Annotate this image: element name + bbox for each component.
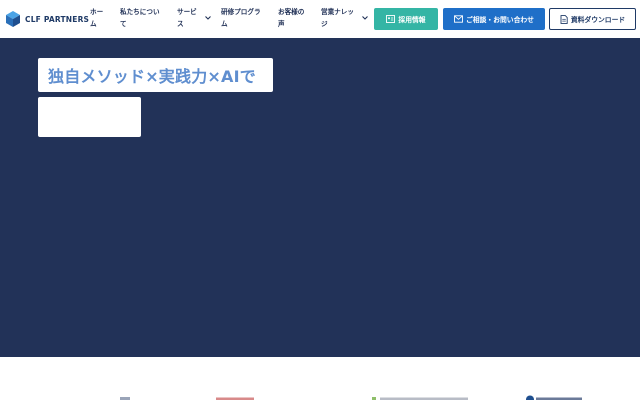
hero-headline: 独自メソッド×実践力×AIで <box>48 67 256 86</box>
contact-button-label: ご相談・お問い合わせ <box>466 16 534 24</box>
nav-item-knowledge[interactable]: 営業ナレッ ジ <box>321 6 368 30</box>
recruit-button[interactable]: 採用情報 <box>374 8 438 30</box>
nav-label: て <box>120 20 127 28</box>
site-header: CLF PARTNERS ホー ム 私たちについ て サービ ス 研修プログラ … <box>0 0 640 38</box>
nav-item-voices[interactable]: お客様の 声 <box>278 6 304 30</box>
nav-label: 声 <box>278 20 285 28</box>
partner-logo <box>372 397 468 400</box>
download-button[interactable]: 資料ダウンロード <box>549 8 636 30</box>
nav-item-home[interactable]: ホー ム <box>90 6 103 30</box>
nav-item-about[interactable]: 私たちについ て <box>120 6 160 30</box>
hero-headline-box: 独自メソッド×実践力×AIで <box>38 58 273 92</box>
contact-button[interactable]: ご相談・お問い合わせ <box>443 8 545 30</box>
nav-label: お客様の <box>278 8 305 16</box>
nav-item-services[interactable]: サービ ス <box>177 6 211 30</box>
nav-label: 私たちについ <box>120 8 160 16</box>
nav-label: ジ <box>321 20 328 28</box>
partner-logo <box>216 397 254 400</box>
nav-label: ス <box>177 20 184 28</box>
document-icon <box>560 14 568 24</box>
recruit-button-label: 採用情報 <box>398 16 426 24</box>
nav-label: ム <box>221 20 228 28</box>
nav-label: ホー <box>90 8 104 16</box>
nav-label: 営業ナレッ <box>321 8 354 16</box>
hero-section: 独自メソッド×実践力×AIで <box>0 38 640 357</box>
hero-headline-box-2 <box>38 97 141 137</box>
nav-item-training[interactable]: 研修プログラ ム <box>221 6 261 30</box>
nav-label: 研修プログラ <box>221 8 261 16</box>
download-button-label: 資料ダウンロード <box>570 16 626 24</box>
partner-logo <box>526 395 582 400</box>
chevron-down-icon <box>362 16 368 20</box>
nav-label: サービ <box>177 8 197 16</box>
partner-logo <box>120 397 130 400</box>
nav-label: ム <box>90 20 97 28</box>
chevron-down-icon <box>205 16 211 20</box>
partner-logos-strip <box>0 357 640 400</box>
logo-text: CLF PARTNERS <box>25 14 90 24</box>
mail-icon <box>454 15 463 23</box>
logo[interactable]: CLF PARTNERS <box>5 10 89 28</box>
id-card-icon <box>386 15 396 23</box>
cube-logo-icon <box>6 11 20 27</box>
